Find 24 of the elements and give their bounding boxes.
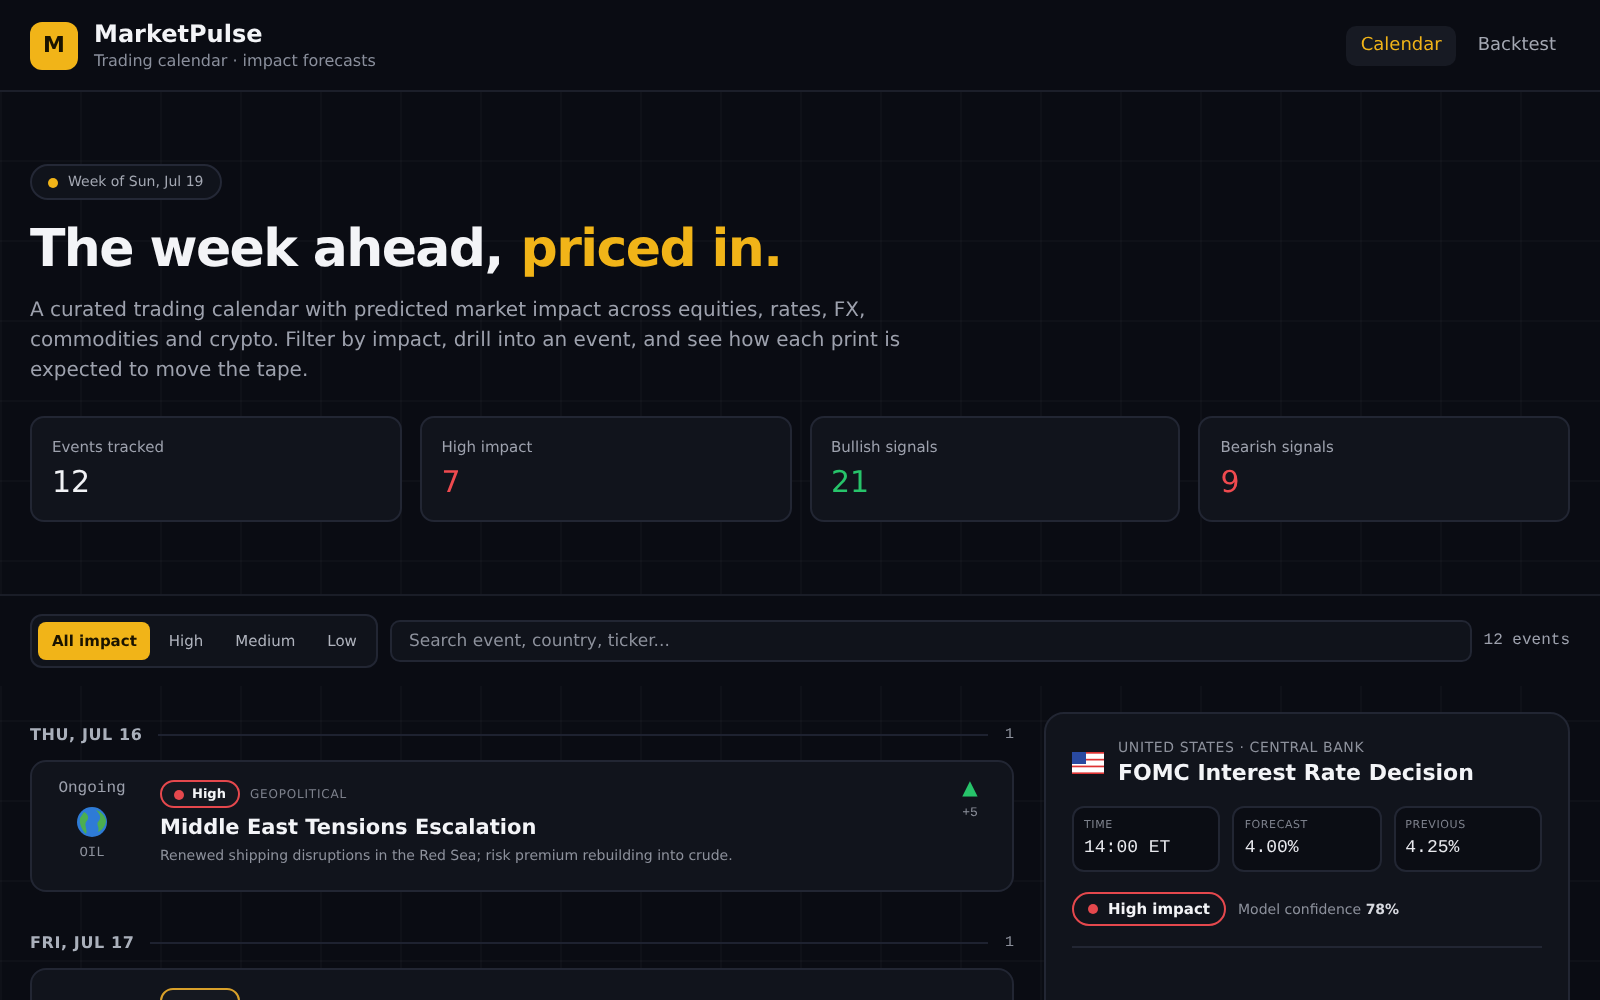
metric-value: 4.25% xyxy=(1405,838,1462,858)
event-count: 12 events xyxy=(1483,632,1570,650)
search-field[interactable]: Search event, country, ticker... xyxy=(390,620,1472,662)
stat-value: 7 xyxy=(441,464,463,500)
logo: M xyxy=(30,21,78,69)
metric-value: 14:00 ET xyxy=(1084,838,1173,858)
nav-tab[interactable]: Backtest xyxy=(1463,25,1570,65)
detail-title: FOMC Interest Rate Decision xyxy=(1118,760,1474,786)
direction-arrow: ▲ xyxy=(962,780,978,800)
event-time: Ongoing xyxy=(58,780,126,798)
app-name: MarketPulse xyxy=(94,20,265,48)
globe-icon xyxy=(76,806,108,838)
metric-value: 4.00% xyxy=(1244,838,1301,858)
stat-value: 21 xyxy=(831,464,872,500)
stat-value: 12 xyxy=(52,464,93,500)
event-title: Middle East Tensions Escalation xyxy=(160,816,539,840)
stat-value: 9 xyxy=(1220,464,1242,500)
nav-tab[interactable]: Calendar xyxy=(1346,25,1456,65)
description: A curated trading calendar with predicted market impact across equities, rates, FX, commodities and crypto. Filter by impact, drill into an event, and see how each print is expected to move the tape. xyxy=(30,298,903,386)
day-heading: FRI, JUL 17 xyxy=(30,934,135,952)
tagline: Trading calendar · impact forecasts xyxy=(94,52,376,70)
page-title: The week ahead, priced in. xyxy=(30,220,782,280)
flag-icon xyxy=(1072,752,1104,774)
day-heading: THU, JUL 16 xyxy=(30,726,143,744)
